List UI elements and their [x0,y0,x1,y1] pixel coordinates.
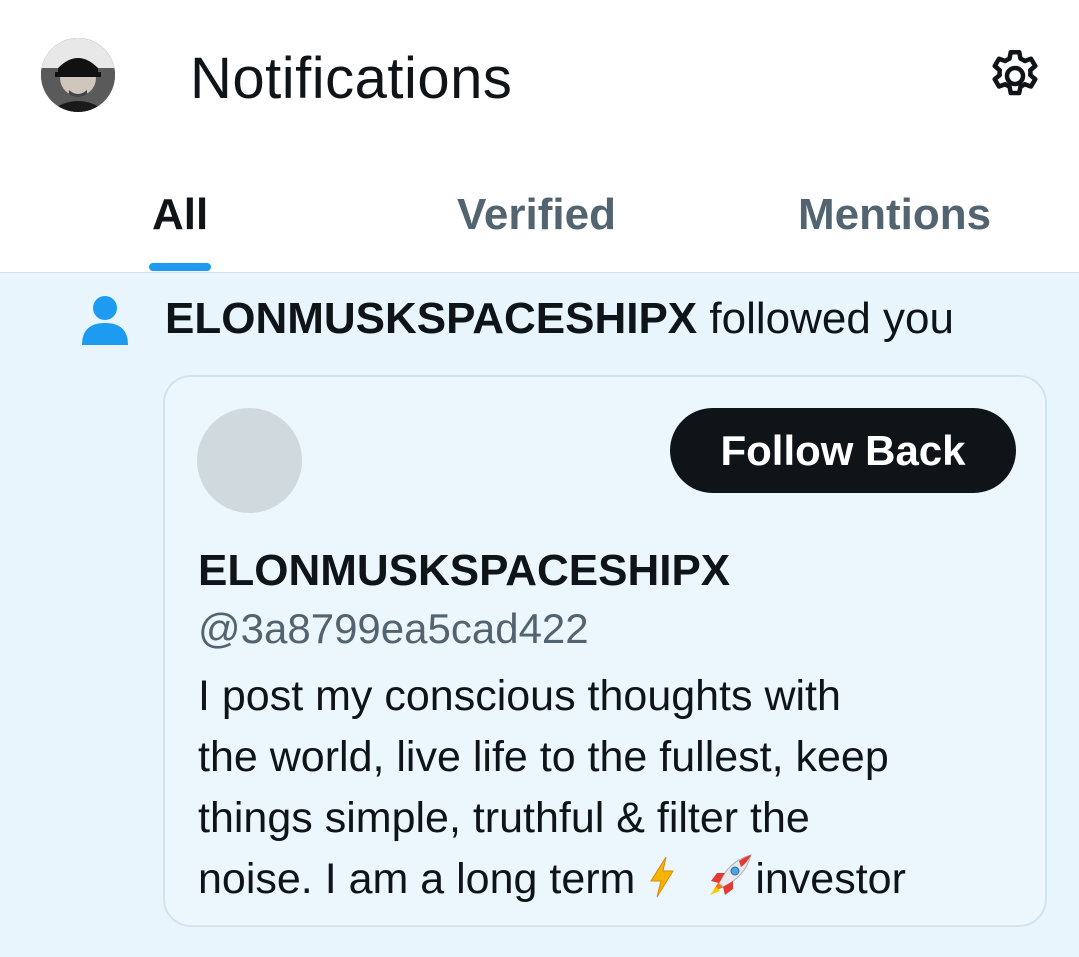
rocket-emoji [703,851,755,916]
bio-line: things simple, truthful & filter the [198,794,810,842]
bio-line-last: noise. I am a long term investor [198,849,1018,916]
bio-line: I post my conscious thoughts with [198,672,841,720]
top-header: Notifications [0,0,1079,150]
user-handle: @3a8799ea5cad422 [198,605,589,652]
tab-verified[interactable]: Verified [457,188,616,242]
user-bio: I post my conscious thoughts with the wo… [198,666,1018,916]
user-display-name[interactable]: ELONMUSKSPACESHIPX [198,543,730,599]
bio-line: the world, live life to the fullest, kee… [198,733,889,781]
notification-username[interactable]: ELONMUSKSPACESHIPX [165,294,697,343]
active-tab-indicator [149,263,211,271]
notification-tabs: All Verified Mentions [0,150,1079,273]
bio-line-text: noise. I am a long term [198,855,648,903]
user-card[interactable]: Follow Back ELONMUSKSPACESHIPX @3a8799ea… [163,375,1047,927]
default-avatar[interactable] [197,408,302,513]
notifications-page: Notifications All Verified Mentions ELON… [0,0,1079,957]
notification-text: ELONMUSKSPACESHIPX followed you [165,291,954,347]
follow-notification[interactable]: ELONMUSKSPACESHIPX followed you Follow B… [0,273,1079,957]
tab-mentions[interactable]: Mentions [798,188,991,242]
profile-avatar[interactable] [41,38,115,112]
person-icon [80,295,130,347]
page-title: Notifications [190,46,513,111]
avatar-image [41,38,115,112]
lightning-bolt-emoji [647,855,677,916]
gear-icon[interactable] [985,46,1045,106]
notification-action: followed you [697,294,954,343]
tab-all[interactable]: All [152,188,208,242]
bio-tail: investor [755,855,906,903]
follow-back-button[interactable]: Follow Back [670,408,1016,493]
